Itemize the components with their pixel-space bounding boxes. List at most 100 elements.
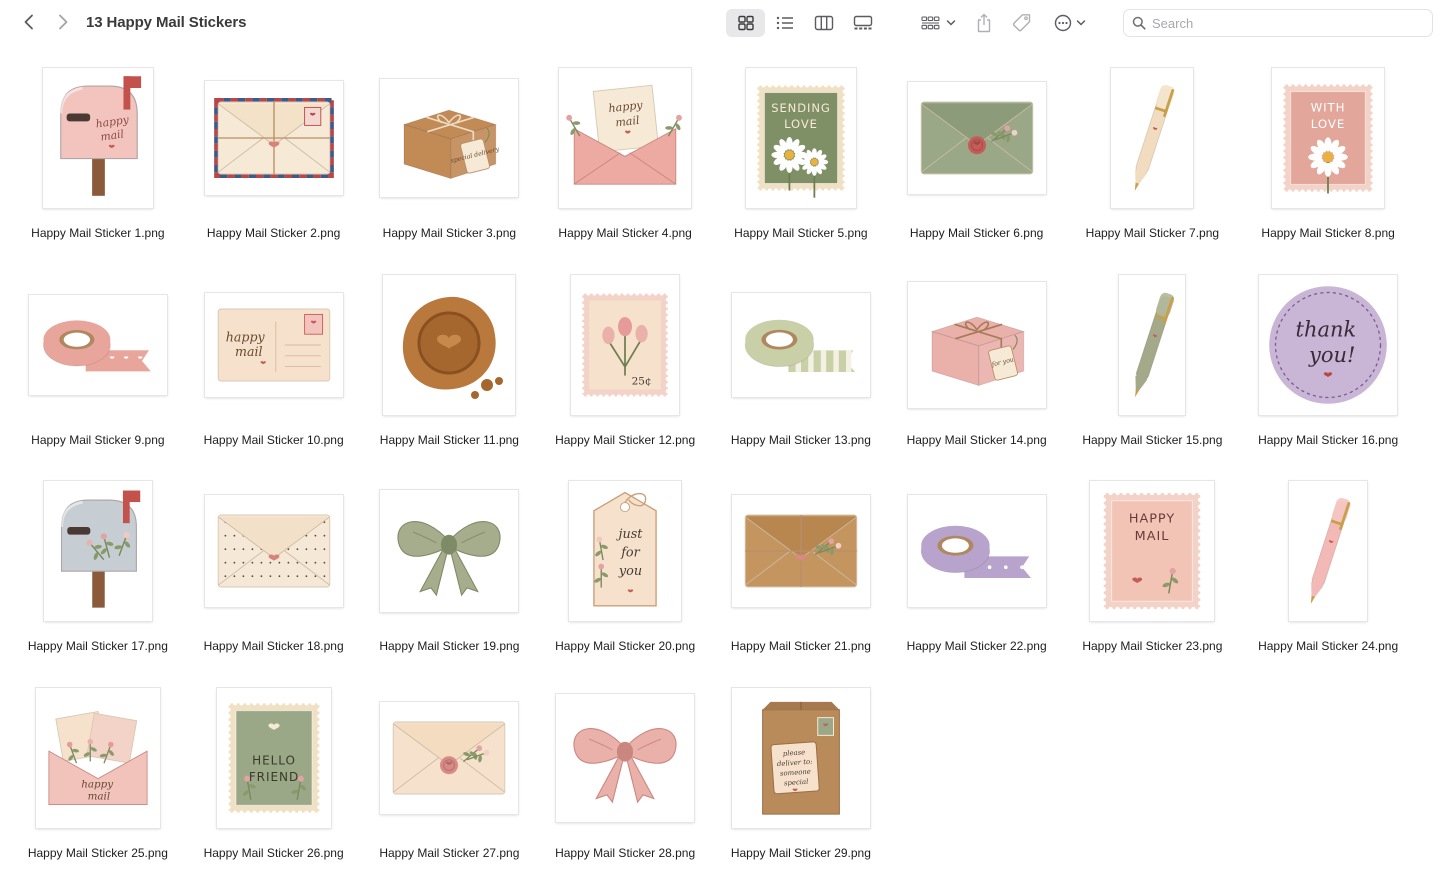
file-thumbnail[interactable]: SENDING LOVE xyxy=(745,68,856,208)
file-item[interactable]: Happy Mail Sticker 28.png xyxy=(537,678,713,873)
thumbnail-area: happy mail xyxy=(545,58,705,218)
file-thumbnail[interactable]: HELLO FRIEND xyxy=(216,687,331,828)
more-actions-button[interactable] xyxy=(1050,9,1090,37)
svg-text:please: please xyxy=(782,748,805,758)
file-item[interactable]: Happy Mail Sticker 17.png xyxy=(10,471,186,678)
file-thumbnail[interactable]: thank you! xyxy=(1259,274,1398,415)
file-thumbnail[interactable]: 25¢ xyxy=(571,274,680,415)
file-thumbnail[interactable] xyxy=(1119,274,1186,415)
file-item[interactable]: Happy Mail Sticker 2.png xyxy=(186,58,362,265)
file-name-label: Happy Mail Sticker 8.png xyxy=(1261,226,1395,240)
thumbnail-area: just for you xyxy=(545,471,705,631)
forward-button[interactable] xyxy=(52,11,74,33)
group-by-button[interactable] xyxy=(918,9,958,37)
icon-view-button[interactable] xyxy=(726,9,765,37)
file-item[interactable]: happy mail Happy Mail Sticker 10.png xyxy=(186,265,362,472)
file-item[interactable]: Happy Mail Sticker 9.png xyxy=(10,265,186,472)
share-button[interactable] xyxy=(972,9,996,37)
svg-text:thank: thank xyxy=(1296,317,1357,341)
file-item[interactable]: happy mail Happy Mail Sticker 1.png xyxy=(10,58,186,265)
file-thumbnail[interactable]: just for you xyxy=(569,481,682,621)
file-item[interactable]: HELLO FRIEND Happy Mail Sticker 26.png xyxy=(186,678,362,873)
file-item[interactable]: happy mail Happy Mail Sticker 25.png xyxy=(10,678,186,873)
sticker-image xyxy=(1135,84,1175,192)
thumbnail-area xyxy=(369,471,529,631)
file-thumbnail[interactable]: please deliver to: someone special xyxy=(731,687,870,828)
svg-text:happy: happy xyxy=(225,329,265,344)
file-thumbnail[interactable] xyxy=(907,495,1046,607)
file-item[interactable]: Happy Mail Sticker 18.png xyxy=(186,471,362,678)
file-item[interactable]: SENDING LOVE Happy Mail Sticker 5.png xyxy=(713,58,889,265)
search-input[interactable] xyxy=(1152,15,1422,31)
file-item[interactable]: for you Happy Mail Sticker 14.png xyxy=(889,265,1065,472)
sticker-image: special delivery xyxy=(402,109,501,180)
file-item[interactable]: Happy Mail Sticker 7.png xyxy=(1065,58,1241,265)
search-icon xyxy=(1132,16,1146,30)
sticker-image xyxy=(42,319,151,371)
file-thumbnail[interactable] xyxy=(204,81,343,195)
back-button[interactable] xyxy=(18,11,40,33)
chevron-down-icon xyxy=(1076,20,1086,26)
thumbnail-area xyxy=(897,471,1057,631)
file-item[interactable]: Happy Mail Sticker 19.png xyxy=(362,471,538,678)
file-thumbnail[interactable] xyxy=(383,274,516,415)
thumbnail-area xyxy=(194,471,354,631)
sticker-image xyxy=(920,101,1033,175)
sticker-image xyxy=(59,490,141,608)
file-name-label: Happy Mail Sticker 19.png xyxy=(379,639,520,653)
sticker-image xyxy=(403,296,504,399)
tag-button[interactable] xyxy=(1009,9,1035,37)
file-thumbnail[interactable] xyxy=(731,292,870,397)
file-thumbnail[interactable] xyxy=(380,490,519,612)
file-item[interactable]: Happy Mail Sticker 11.png xyxy=(362,265,538,472)
file-item[interactable]: HAPPY MAIL Happy Mail Sticker 23.png xyxy=(1065,471,1241,678)
file-thumbnail[interactable] xyxy=(556,693,695,822)
file-item[interactable]: WITH LOVE Happy Mail Sticker 8.png xyxy=(1240,58,1416,265)
view-switcher xyxy=(726,9,882,37)
gallery-view-button[interactable] xyxy=(843,9,882,37)
file-item[interactable]: Happy Mail Sticker 15.png xyxy=(1065,265,1241,472)
file-thumbnail[interactable]: happy mail xyxy=(42,68,153,208)
file-item[interactable]: Happy Mail Sticker 27.png xyxy=(362,678,538,873)
file-name-label: Happy Mail Sticker 5.png xyxy=(734,226,868,240)
file-grid: happy mail Happy Mail Sticker 1.png Happy… xyxy=(10,58,1435,873)
sticker-image: SENDING LOVE xyxy=(755,83,847,198)
file-item[interactable]: 25¢ Happy Mail Sticker 12.png xyxy=(537,265,713,472)
thumbnail-area: 25¢ xyxy=(545,265,705,425)
file-item[interactable]: please deliver to: someone special Happy Ma… xyxy=(713,678,889,873)
file-item[interactable]: thank you! Happy Mail Sticker 16.png xyxy=(1240,265,1416,472)
file-thumbnail[interactable] xyxy=(907,82,1046,194)
file-thumbnail[interactable] xyxy=(731,495,870,607)
file-thumbnail[interactable] xyxy=(380,701,519,814)
columns-icon xyxy=(814,15,833,31)
file-thumbnail[interactable] xyxy=(43,481,152,621)
file-item[interactable]: Happy Mail Sticker 24.png xyxy=(1240,471,1416,678)
file-item[interactable]: just for you Happy Mail Sticker 20.png xyxy=(537,471,713,678)
file-item[interactable]: Happy Mail Sticker 6.png xyxy=(889,58,1065,265)
file-thumbnail[interactable]: WITH LOVE xyxy=(1272,68,1385,208)
file-thumbnail[interactable]: happy mail xyxy=(204,292,343,397)
file-thumbnail[interactable] xyxy=(28,294,167,395)
file-item[interactable]: special delivery Happy Mail Sticker 3.pn… xyxy=(362,58,538,265)
svg-text:just: just xyxy=(616,527,644,542)
file-thumbnail[interactable]: special delivery xyxy=(380,79,519,197)
file-thumbnail[interactable]: HAPPY MAIL xyxy=(1090,481,1215,621)
svg-text:mail: mail xyxy=(87,790,110,802)
file-thumbnail[interactable] xyxy=(1289,481,1368,621)
list-view-button[interactable] xyxy=(765,9,804,37)
file-thumbnail[interactable]: happy mail xyxy=(559,68,692,208)
ellipsis-circle-icon xyxy=(1054,14,1072,32)
search-field[interactable] xyxy=(1123,9,1433,37)
sticker-image xyxy=(217,514,330,588)
file-thumbnail[interactable] xyxy=(1111,68,1194,208)
file-item[interactable]: Happy Mail Sticker 21.png xyxy=(713,471,889,678)
file-thumbnail[interactable] xyxy=(204,495,343,607)
svg-text:for: for xyxy=(620,545,640,560)
file-item[interactable]: happy mail Happy Mail Sticker 4.png xyxy=(537,58,713,265)
file-thumbnail[interactable]: for you xyxy=(907,281,1046,408)
file-name-label: Happy Mail Sticker 7.png xyxy=(1085,226,1220,240)
column-view-button[interactable] xyxy=(804,9,843,37)
file-item[interactable]: Happy Mail Sticker 22.png xyxy=(889,471,1065,678)
file-thumbnail[interactable]: happy mail xyxy=(35,687,160,828)
file-item[interactable]: Happy Mail Sticker 13.png xyxy=(713,265,889,472)
